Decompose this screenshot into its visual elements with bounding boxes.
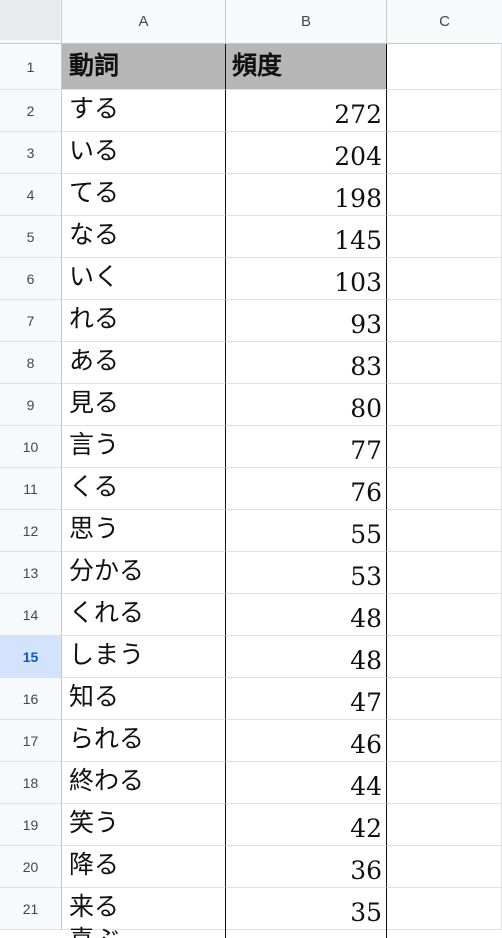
row-header-12[interactable]: 12 — [0, 510, 62, 552]
cell-b10-frequency[interactable]: 77 — [226, 426, 387, 468]
cell-b19-frequency[interactable]: 42 — [226, 804, 387, 846]
row-header-1[interactable]: 1 — [0, 44, 62, 90]
cell-a20-verb[interactable]: 降る — [62, 846, 226, 888]
cell-b16-frequency[interactable]: 47 — [226, 678, 387, 720]
partial-row-22-text: 喜ぶ — [62, 926, 226, 938]
cell-a4-verb[interactable]: てる — [62, 174, 226, 216]
column-header-c[interactable]: C — [387, 0, 502, 43]
cell-b18-frequency[interactable]: 44 — [226, 762, 387, 804]
cell-b14-frequency[interactable]: 48 — [226, 594, 387, 636]
column-header-b[interactable]: B — [226, 0, 387, 43]
cell-b8-frequency[interactable]: 83 — [226, 342, 387, 384]
cell-b7-frequency[interactable]: 93 — [226, 300, 387, 342]
row-header-15[interactable]: 15 — [0, 636, 62, 678]
cell-a18-verb[interactable]: 終わる — [62, 762, 226, 804]
cell-a7-verb[interactable]: れる — [62, 300, 226, 342]
row-header-7[interactable]: 7 — [0, 300, 62, 342]
cell-a5-verb[interactable]: なる — [62, 216, 226, 258]
row-header-13[interactable]: 13 — [0, 552, 62, 594]
cell-a11-verb[interactable]: くる — [62, 468, 226, 510]
cell-b3-frequency[interactable]: 204 — [226, 132, 387, 174]
row-header-14[interactable]: 14 — [0, 594, 62, 636]
cell-a19-verb[interactable]: 笑う — [62, 804, 226, 846]
cell-c4[interactable] — [387, 174, 502, 216]
cell-b4-frequency[interactable]: 198 — [226, 174, 387, 216]
cell-c16[interactable] — [387, 678, 502, 720]
cell-b20-frequency[interactable]: 36 — [226, 846, 387, 888]
row-header-20[interactable]: 20 — [0, 846, 62, 888]
cell-b1-freq-header[interactable]: 頻度 — [226, 44, 387, 90]
row-header-10[interactable]: 10 — [0, 426, 62, 468]
cell-c6[interactable] — [387, 258, 502, 300]
row-header-17[interactable]: 17 — [0, 720, 62, 762]
row-header-9[interactable]: 9 — [0, 384, 62, 426]
cell-a9-verb[interactable]: 見る — [62, 384, 226, 426]
cell-a17-verb[interactable]: られる — [62, 720, 226, 762]
row-header-3[interactable]: 3 — [0, 132, 62, 174]
cell-b21-frequency[interactable]: 35 — [226, 888, 387, 930]
cell-a10-verb[interactable]: 言う — [62, 426, 226, 468]
column-header-a[interactable]: A — [62, 0, 226, 43]
column-header-bar: A B C — [0, 0, 502, 44]
cell-a1-verb-header[interactable]: 動詞 — [62, 44, 226, 90]
cell-c12[interactable] — [387, 510, 502, 552]
row-header-11[interactable]: 11 — [0, 468, 62, 510]
cell-b15-frequency[interactable]: 48 — [226, 636, 387, 678]
cell-c3[interactable] — [387, 132, 502, 174]
cell-border-line — [386, 926, 387, 938]
cell-b11-frequency[interactable]: 76 — [226, 468, 387, 510]
cell-c21[interactable] — [387, 888, 502, 930]
cell-c13[interactable] — [387, 552, 502, 594]
row-header-4[interactable]: 4 — [0, 174, 62, 216]
cell-b17-frequency[interactable]: 46 — [226, 720, 387, 762]
cell-c10[interactable] — [387, 426, 502, 468]
cell-b9-frequency[interactable]: 80 — [226, 384, 387, 426]
cell-a12-verb[interactable]: 思う — [62, 510, 226, 552]
row-header-19[interactable]: 19 — [0, 804, 62, 846]
spreadsheet-grid: A B C 1 動詞 頻度 2 する 272 3 いる 204 4 てる 198 5 なる 145 6 い… — [0, 0, 502, 938]
row-header-2[interactable]: 2 — [0, 90, 62, 132]
row-header-8[interactable]: 8 — [0, 342, 62, 384]
cell-b12-frequency[interactable]: 55 — [226, 510, 387, 552]
row-header-5[interactable]: 5 — [0, 216, 62, 258]
cell-a8-verb[interactable]: ある — [62, 342, 226, 384]
cell-c1[interactable] — [387, 44, 502, 90]
cell-b2-frequency[interactable]: 272 — [226, 90, 387, 132]
cell-c19[interactable] — [387, 804, 502, 846]
cell-a15-verb[interactable]: しまう — [62, 636, 226, 678]
cell-c5[interactable] — [387, 216, 502, 258]
cell-a16-verb[interactable]: 知る — [62, 678, 226, 720]
partial-row-22: 喜ぶ — [62, 926, 226, 938]
cell-a13-verb[interactable]: 分かる — [62, 552, 226, 594]
cell-a14-verb[interactable]: くれる — [62, 594, 226, 636]
cell-c9[interactable] — [387, 384, 502, 426]
cell-a21-verb[interactable]: 来る — [62, 888, 226, 930]
cell-a6-verb[interactable]: いく — [62, 258, 226, 300]
cell-b6-frequency[interactable]: 103 — [226, 258, 387, 300]
select-all-corner[interactable] — [0, 0, 62, 43]
cell-a3-verb[interactable]: いる — [62, 132, 226, 174]
cell-border-line — [225, 926, 226, 938]
cell-c11[interactable] — [387, 468, 502, 510]
cell-b13-frequency[interactable]: 53 — [226, 552, 387, 594]
cell-c15[interactable] — [387, 636, 502, 678]
cell-c18[interactable] — [387, 762, 502, 804]
cell-c14[interactable] — [387, 594, 502, 636]
cell-b5-frequency[interactable]: 145 — [226, 216, 387, 258]
cell-a2-verb[interactable]: する — [62, 90, 226, 132]
row-header-18[interactable]: 18 — [0, 762, 62, 804]
row-header-16[interactable]: 16 — [0, 678, 62, 720]
cell-c20[interactable] — [387, 846, 502, 888]
cell-c7[interactable] — [387, 300, 502, 342]
row-header-6[interactable]: 6 — [0, 258, 62, 300]
cell-c2[interactable] — [387, 90, 502, 132]
cell-c8[interactable] — [387, 342, 502, 384]
cell-c17[interactable] — [387, 720, 502, 762]
row-header-21[interactable]: 21 — [0, 888, 62, 930]
